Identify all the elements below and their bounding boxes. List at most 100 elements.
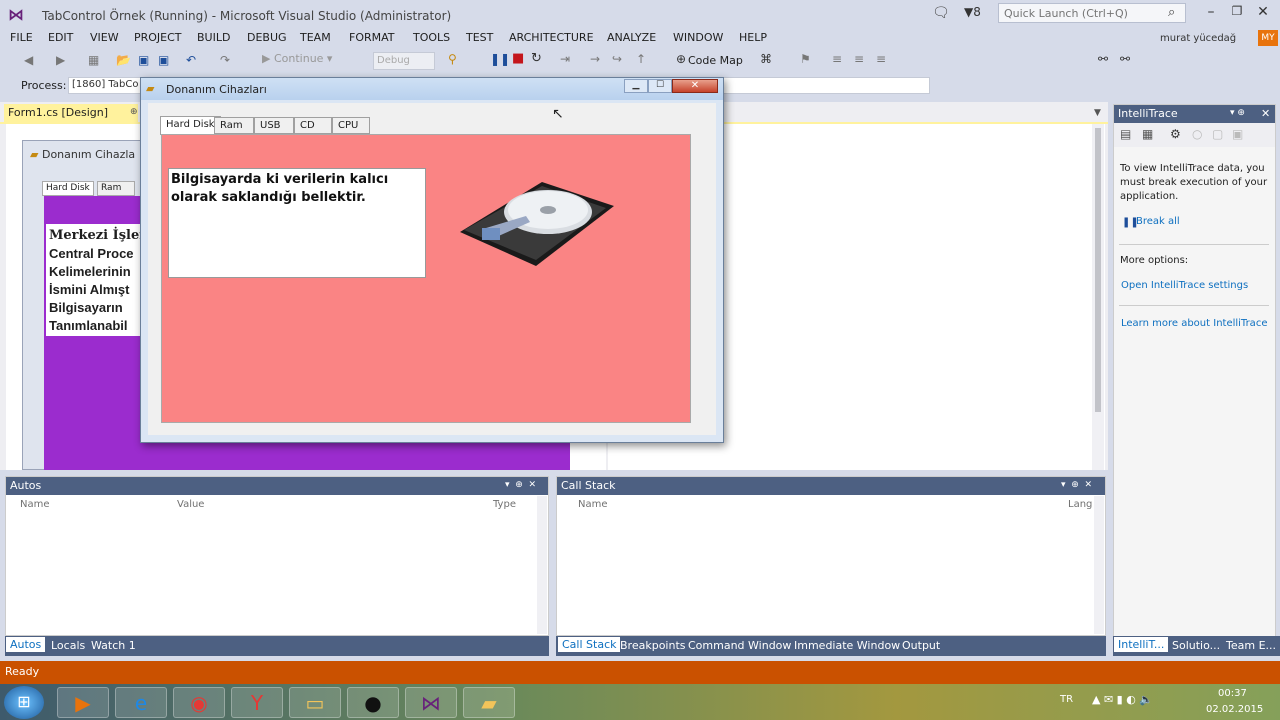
step-into-icon[interactable]: → (590, 52, 600, 66)
tab-breakpoints[interactable]: Breakpoints (620, 639, 686, 652)
menu-build[interactable]: BUILD (197, 31, 230, 44)
input-language-indicator[interactable]: TR (1060, 694, 1073, 705)
attach-icon[interactable]: ⚲ (448, 52, 457, 66)
tab-call-stack[interactable]: Call Stack (558, 637, 621, 652)
media-player-icon[interactable]: ▶ (57, 687, 109, 718)
stop-debugging-icon[interactable]: ■ (512, 51, 524, 66)
menu-file[interactable]: FILE (10, 31, 33, 44)
calls-view-icon[interactable]: ▦ (1142, 127, 1153, 141)
forward-icon[interactable]: ▶ (56, 53, 65, 67)
menu-view[interactable]: VIEW (90, 31, 119, 44)
tab-ram[interactable]: Ram (214, 117, 254, 134)
learn-more-intellitrace-link[interactable]: Learn more about IntelliTrace (1121, 318, 1267, 329)
align-left-icon[interactable]: ≡ (832, 52, 842, 66)
chrome-icon[interactable]: ◉ (173, 687, 225, 718)
tab-team-explorer[interactable]: Team E... (1226, 639, 1276, 652)
menu-debug[interactable]: DEBUG (247, 31, 287, 44)
running-app-taskbar-icon[interactable]: ▰ (463, 687, 515, 718)
pin-icon[interactable]: ⊕ (130, 107, 138, 117)
back-icon[interactable]: ◀ (24, 53, 33, 67)
tab-watch-1[interactable]: Watch 1 (91, 639, 136, 652)
menu-window[interactable]: WINDOW (673, 31, 723, 44)
events-view-icon[interactable]: ▤ (1120, 127, 1131, 141)
menu-format[interactable]: FORMAT (349, 31, 395, 44)
code-map-button[interactable]: Code Map (688, 54, 743, 67)
continue-button[interactable]: ▶ Continue ▾ (262, 52, 332, 65)
tab-cpu[interactable]: CPU (332, 117, 370, 134)
menu-project[interactable]: PROJECT (134, 31, 182, 44)
pin-icon[interactable]: ▾ ⊕ (1230, 108, 1245, 118)
call-stack-column-name[interactable]: Name (578, 499, 608, 510)
show-next-statement-icon[interactable]: ⇥ (560, 52, 570, 66)
open-log-icon[interactable]: ▢ (1212, 127, 1223, 141)
tab-command-window[interactable]: Command Window (688, 639, 791, 652)
chevron-down-icon[interactable]: ▼ (1094, 108, 1101, 118)
clock-date[interactable]: 02.02.2015 (1206, 704, 1263, 715)
menu-help[interactable]: HELP (739, 31, 767, 44)
bookmark-icon[interactable]: ⚑ (800, 52, 811, 66)
save-all-icon[interactable]: ▣ (158, 53, 169, 67)
call-stack-header[interactable]: Call Stack (557, 477, 1105, 495)
tab-hard-disk[interactable]: Hard Disk (160, 116, 221, 135)
editor-scrollbar-thumb[interactable] (1095, 128, 1101, 412)
tab-usb[interactable]: USB (254, 117, 294, 134)
autos-column-type[interactable]: Type (493, 499, 516, 510)
running-form-close-button[interactable]: ✕ (672, 79, 718, 93)
tab-autos[interactable]: Autos (6, 637, 46, 652)
search-icon[interactable]: ⌕ (1168, 5, 1175, 20)
solution-configuration-select[interactable]: Debug (373, 52, 435, 70)
menu-architecture[interactable]: ARCHITECTURE (509, 31, 594, 44)
user-name[interactable]: murat yücedağ (1160, 33, 1236, 44)
tab-intellitrace[interactable]: IntelliT... (1114, 637, 1169, 652)
tab-immediate-window[interactable]: Immediate Window (794, 639, 900, 652)
layout-icon[interactable]: ⚯ (1098, 52, 1108, 66)
call-stack-scrollbar[interactable] (1094, 496, 1104, 634)
save-log-icon[interactable]: ▣ (1232, 127, 1243, 141)
gear-icon[interactable]: ⚙ (1170, 127, 1181, 141)
autos-header[interactable]: Autos (6, 477, 548, 495)
tab-solution-explorer[interactable]: Solutio... (1172, 639, 1220, 652)
hex-display-icon[interactable]: ⌘ (760, 52, 772, 66)
step-out-icon[interactable]: ↑ (636, 52, 646, 66)
system-tray-icons[interactable]: ▲ ✉ ▮ ◐ 🔈 (1092, 693, 1153, 706)
visual-studio-taskbar-icon[interactable]: ⋈ (405, 687, 457, 718)
designer-textbox[interactable]: Merkezi İşlem Central Proce Kelimelerini… (46, 224, 144, 336)
refresh-icon[interactable]: ○ (1192, 127, 1202, 141)
file-explorer-icon[interactable]: ▭ (289, 687, 341, 718)
call-stack-column-language[interactable]: Lang (1068, 499, 1092, 510)
obs-icon[interactable]: ● (347, 687, 399, 718)
undo-icon[interactable]: ↶ (186, 53, 196, 67)
menu-edit[interactable]: EDIT (48, 31, 73, 44)
align-right-icon[interactable]: ≡ (876, 52, 886, 66)
break-all-link[interactable]: Break all (1136, 216, 1180, 227)
intellitrace-header[interactable]: IntelliTrace (1114, 105, 1275, 123)
layout-2-icon[interactable]: ⚯ (1120, 52, 1130, 66)
save-icon[interactable]: ▣ (138, 53, 149, 67)
open-file-icon[interactable]: 📂 (116, 53, 131, 67)
clock-time[interactable]: 00:37 (1218, 688, 1247, 699)
window-position-icon[interactable]: ▾ ⊕ ✕ (1061, 480, 1092, 490)
close-button[interactable]: ✕ (1252, 4, 1274, 24)
autos-scrollbar[interactable] (537, 496, 547, 634)
restart-icon[interactable]: ↻ (531, 51, 542, 66)
window-position-icon[interactable]: ▾ ⊕ ✕ (505, 480, 536, 490)
notification-filter-icon[interactable]: ▼8 (964, 5, 981, 19)
quick-launch-input[interactable] (998, 3, 1186, 23)
running-form-minimize-button[interactable]: ▁ (624, 79, 648, 93)
designer-tab-ram[interactable]: Ram (97, 181, 135, 196)
align-center-icon[interactable]: ≡ (854, 52, 864, 66)
menu-tools[interactable]: TOOLS (413, 31, 450, 44)
new-project-icon[interactable]: ▦ (88, 53, 99, 67)
close-icon[interactable]: ✕ (1261, 107, 1270, 120)
yandex-browser-icon[interactable]: Y (231, 687, 283, 718)
tab-locals[interactable]: Locals (51, 639, 85, 652)
restore-button[interactable]: ❐ (1226, 4, 1248, 24)
menu-analyze[interactable]: ANALYZE (607, 31, 656, 44)
step-over-icon[interactable]: ↪ (612, 52, 622, 66)
notification-icon[interactable]: 🗨 (932, 5, 950, 21)
menu-test[interactable]: TEST (466, 31, 493, 44)
tab-output[interactable]: Output (902, 639, 940, 652)
start-button[interactable]: ⊞ (4, 686, 44, 719)
minimize-button[interactable]: – (1200, 4, 1222, 24)
tab-form1-design[interactable]: Form1.cs [Design] (4, 104, 138, 122)
